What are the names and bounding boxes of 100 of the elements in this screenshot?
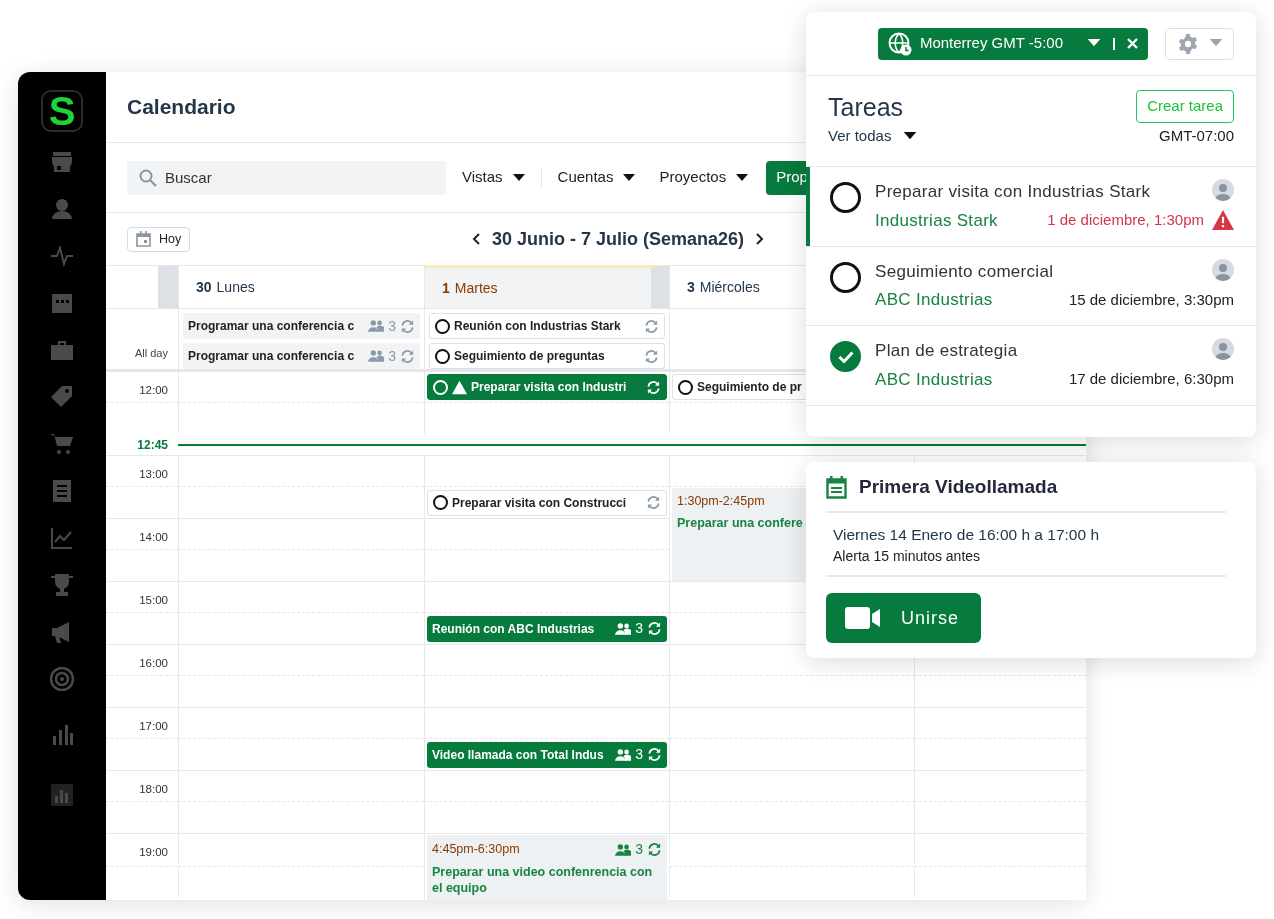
settings-icon [1176, 32, 1199, 55]
trophy-icon[interactable] [50, 573, 74, 597]
store-icon[interactable] [50, 150, 74, 174]
avatar-icon [1212, 179, 1234, 201]
hour-label: 15:00 [106, 581, 178, 612]
due-date: 15 de diciembre, 3:30pm [1068, 289, 1234, 310]
settings-button[interactable] [1165, 27, 1234, 60]
people-icon [615, 842, 632, 857]
task-title: Plan de estrategia [875, 340, 1018, 363]
pulse-icon[interactable] [50, 244, 74, 268]
hour-label: 12:00 [106, 371, 178, 402]
caret-icon [1087, 39, 1101, 48]
event-chip[interactable]: Seguimiento de preguntas [429, 343, 665, 369]
event-title: Preparar una confere [677, 514, 804, 531]
event-title: Preparar visita con Construcci [452, 494, 627, 512]
company-link[interactable]: Industrias Stark [875, 206, 1015, 234]
date-range: 30 Junio - 7 Julio (Semana26) [492, 227, 745, 251]
event-title: Video llamada con Total Indus [432, 746, 604, 764]
search-field[interactable]: Buscar [127, 160, 446, 195]
caret-icon [512, 173, 525, 182]
next-icon[interactable] [754, 233, 765, 245]
people-icon [615, 747, 632, 762]
event-chip[interactable]: Programar una conferencia c 3 [183, 313, 420, 339]
current-time: 12:45 [136, 436, 169, 454]
task-checkbox[interactable] [830, 182, 861, 213]
logo[interactable]: S [41, 90, 83, 132]
alert-text: Alerta 15 minutos antes [826, 546, 1226, 578]
calendar-icon [136, 231, 151, 247]
event-title: Programar una conferencia c [188, 318, 355, 335]
day-header[interactable]: 30 Lunes [178, 265, 424, 309]
people-icon [615, 621, 632, 636]
filter-dropdown[interactable]: Ver todas [828, 125, 918, 148]
page-title: Calendario [127, 94, 236, 120]
avatar-icon [1212, 338, 1234, 361]
caret-icon [736, 173, 749, 182]
caret-icon [623, 173, 636, 182]
event-title: Seguimiento de preguntas [454, 348, 605, 365]
caret-icon [1208, 39, 1223, 48]
hour-label: 13:00 [106, 455, 178, 486]
task-checkbox[interactable] [678, 379, 693, 395]
day-header[interactable]: 1 Martes [424, 265, 669, 309]
previous-icon[interactable] [472, 233, 482, 245]
attendee-count: 3 [388, 346, 396, 366]
timezone-selector[interactable]: Monterrey GMT -5:00 [877, 27, 1148, 60]
globe-icon [887, 31, 912, 56]
task-checkbox[interactable] [830, 261, 861, 293]
panel-title: Tareas [828, 91, 904, 122]
event-title: Preparar una video confenrencia con el equipo [432, 864, 654, 897]
event-title: Reunión con Industrias Stark [454, 318, 621, 335]
people-icon [368, 349, 385, 363]
event-title: Seguimiento de pr [697, 379, 802, 396]
document-icon[interactable] [50, 479, 74, 503]
hour-label: 14:00 [106, 518, 178, 549]
event-title: Preparar visita con Industri [471, 379, 627, 396]
hour-label: 18:00 [106, 770, 178, 801]
event-title: Programar una conferencia c [188, 348, 355, 365]
all-day-cell[interactable]: Reunión con Industrias Stark Seguimiento de preguntas [424, 309, 669, 371]
event-time: 1:30pm-2:45pm [677, 493, 765, 510]
task-item[interactable]: Preparar visita con Industrias Stark Industrias Stark 1 de diciembre, 1:30pm [806, 167, 1256, 247]
people-icon [368, 319, 385, 333]
today-button[interactable]: Hoy [127, 226, 191, 252]
caret-icon [903, 132, 918, 141]
task-checkbox[interactable] [830, 341, 861, 373]
event-title: Reunión con ABC Industrias [432, 620, 595, 638]
warning-icon [1212, 209, 1234, 232]
close-icon[interactable] [1127, 38, 1138, 49]
event-chip[interactable]: Reunión con Industrias Stark [429, 313, 665, 339]
bar-chart-icon[interactable] [50, 722, 74, 746]
calendar-icon[interactable] [50, 291, 74, 315]
event-time: 4:45pm-6:30pm [432, 841, 520, 859]
hour-label: 19:00 [106, 833, 178, 864]
filter-dropdown[interactable]: Vistas [454, 166, 533, 189]
task-checkbox[interactable] [433, 495, 448, 510]
task-item[interactable]: Plan de estrategia ABC Industrias 17 de diciembre, 6:30pm [806, 326, 1256, 407]
person-icon[interactable] [50, 197, 74, 221]
filter-dropdown[interactable]: Proyectos [651, 166, 757, 189]
line-chart-icon[interactable] [50, 526, 74, 550]
attendee-count: 3 [635, 619, 643, 638]
hour-label: 16:00 [106, 644, 178, 675]
cart-icon[interactable] [50, 432, 74, 456]
target-icon[interactable] [50, 667, 74, 691]
calendar-icon [826, 476, 847, 499]
task-checkbox[interactable] [435, 318, 450, 334]
task-item[interactable]: Seguimiento comercial ABC Industrias 15 de diciembre, 3:30pm [806, 246, 1256, 327]
briefcase-icon[interactable] [50, 338, 74, 362]
due-date: 17 de diciembre, 6:30pm [1068, 369, 1234, 390]
task-title: Preparar visita con Industrias Stark [875, 181, 1151, 203]
attendee-count: 3 [635, 745, 643, 764]
event-chip[interactable]: Programar una conferencia c 3 [183, 343, 420, 369]
check-icon [837, 350, 854, 363]
tag-icon[interactable] [50, 385, 74, 409]
bar-chart-icon[interactable] [50, 783, 74, 807]
task-checkbox[interactable] [435, 348, 450, 364]
join-button[interactable]: Unirse [826, 593, 981, 644]
hour-label: 17:00 [106, 707, 178, 738]
due-date: 1 de diciembre, 1:30pm [1047, 209, 1204, 230]
filter-dropdown[interactable]: Cuentas [549, 166, 644, 189]
attendee-count: 3 [388, 316, 396, 336]
all-day-label: All day [106, 309, 178, 371]
all-day-cell[interactable]: Programar una conferencia c 3 Programar una conferencia c 3 [178, 309, 424, 371]
